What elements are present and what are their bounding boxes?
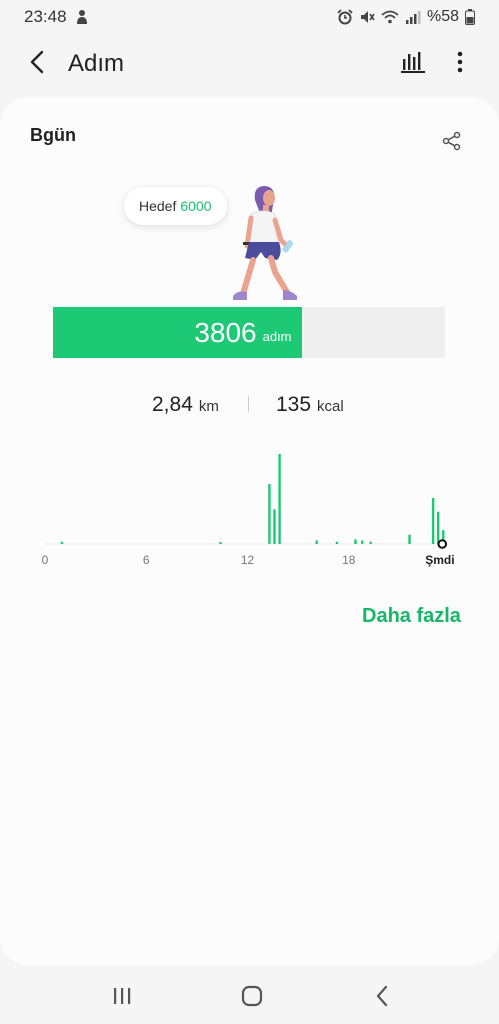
app-bar: Adım: [0, 36, 499, 92]
recent-apps-icon: [111, 986, 133, 1011]
more-options-button[interactable]: [444, 48, 476, 80]
chart-bar: [361, 540, 364, 544]
chart-tick-label: 12: [241, 553, 255, 567]
chart-tick-label: 6: [143, 553, 150, 567]
home-button[interactable]: [238, 984, 266, 1012]
calories-unit: kcal: [317, 398, 344, 415]
current-time-marker: [437, 539, 448, 549]
share-icon: [442, 131, 462, 156]
hourly-steps-chart: 0 6 12 18 Şmdi: [42, 454, 455, 567]
steps-count: 3806: [194, 316, 257, 348]
home-icon: [241, 985, 263, 1012]
steps-progress-fill: 3806 adım: [53, 307, 302, 358]
alarm-icon: [337, 9, 353, 25]
distance-stat: 2,84 km: [152, 393, 219, 417]
back-arrow-icon: [28, 50, 48, 79]
distance-value: 2,84: [152, 393, 193, 416]
chart-bar: [268, 484, 271, 544]
steps-unit: adım: [262, 329, 292, 344]
person-notification-icon: [75, 9, 89, 25]
chart-tick-label: 18: [342, 553, 356, 567]
chart-tick-label: 0: [42, 553, 49, 567]
more-details-link[interactable]: Daha fazla: [362, 605, 461, 628]
chart-bar: [335, 541, 339, 544]
back-button[interactable]: [22, 48, 54, 80]
goal-label: Hedef: [139, 198, 177, 214]
chart-bar: [273, 509, 276, 544]
chart-bar: [369, 541, 372, 544]
battery-icon: [465, 9, 475, 25]
system-back-button[interactable]: [368, 984, 396, 1012]
signal-icon: [405, 10, 421, 24]
calories-value: 135: [276, 393, 312, 416]
chart-bar: [60, 541, 64, 544]
chart-bar: [278, 454, 281, 544]
steps-card: Bgün Hedef 6000 3806 adım 2,84 km 135 kc…: [0, 97, 499, 965]
stats-divider: [248, 396, 249, 412]
status-time: 23:48: [24, 7, 67, 26]
goal-value: 6000: [180, 198, 212, 214]
steps-progress-bar: 3806 adım: [53, 307, 445, 358]
mute-icon: [359, 9, 375, 25]
date-label: Bgün: [30, 125, 76, 145]
more-vert-icon: [457, 51, 463, 78]
page-title: Adım: [68, 50, 125, 77]
stats-row: 2,84 km 135 kcal: [0, 393, 499, 423]
chart-tick-label: Şmdi: [425, 553, 454, 567]
chart-bar: [315, 540, 318, 544]
chart-bar: [354, 539, 357, 544]
bar-chart-icon: [401, 51, 425, 78]
status-bar: 23:48 %58: [0, 0, 499, 34]
chart-bar: [436, 511, 440, 544]
back-icon: [374, 985, 390, 1012]
navigation-bar: [0, 972, 499, 1024]
recent-apps-button[interactable]: [108, 984, 136, 1012]
share-button[interactable]: [438, 129, 466, 157]
wifi-icon: [381, 10, 399, 24]
walking-person-illustration: [225, 182, 305, 307]
distance-unit: km: [198, 398, 219, 415]
chart-bar: [408, 534, 411, 544]
trends-button[interactable]: [397, 48, 429, 80]
calories-stat: 135 kcal: [276, 393, 344, 417]
steps-progress-text: 3806 adım: [194, 307, 301, 358]
battery-percent: %58: [426, 8, 459, 25]
chart-bar: [431, 497, 435, 544]
goal-bubble: Hedef 6000: [124, 187, 227, 225]
chart-bar: [219, 542, 222, 544]
